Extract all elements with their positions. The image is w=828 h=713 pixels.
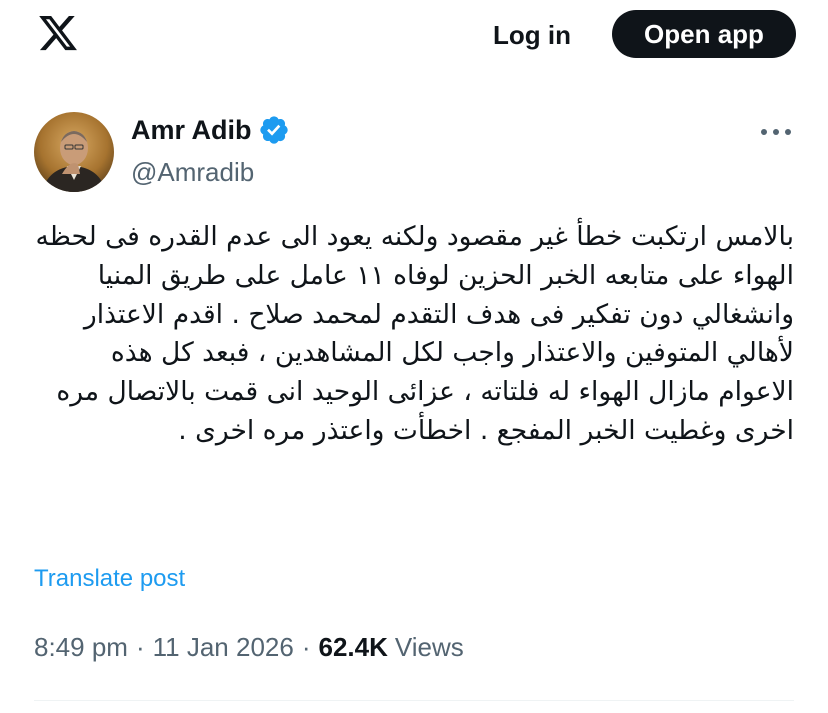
separator: · (301, 632, 311, 662)
x-logo-icon[interactable] (37, 12, 79, 54)
author-name-row[interactable]: Amr Adib (131, 114, 290, 146)
post-text: بالامس ارتكبت خطأ غير مقصود ولكنه يعود ا… (35, 221, 794, 446)
post-metadata: 8:49 pm · 11 Jan 2026 · 62.4K Views (34, 632, 464, 663)
open-app-button[interactable]: Open app (612, 10, 796, 58)
post-time[interactable]: 8:49 pm (34, 632, 128, 663)
views-count: 62.4K (318, 632, 388, 662)
post-date[interactable]: 11 Jan 2026 (153, 632, 294, 663)
author-handle[interactable]: @Amradib (131, 157, 254, 188)
verified-badge-icon (259, 116, 288, 144)
avatar[interactable] (34, 112, 114, 192)
translate-post-link[interactable]: Translate post (34, 565, 185, 593)
divider (34, 700, 794, 701)
separator: · (135, 632, 145, 662)
more-options-icon[interactable] (758, 118, 794, 146)
views-label: Views (394, 632, 464, 662)
author-name[interactable]: Amr Adib (131, 115, 252, 146)
login-button[interactable]: Log in (478, 13, 586, 57)
